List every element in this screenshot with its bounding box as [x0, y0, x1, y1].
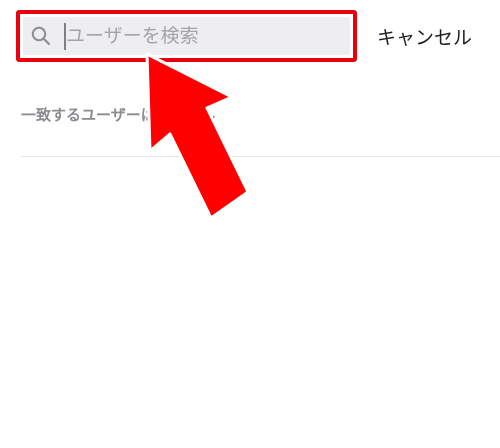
cancel-button[interactable]: キャンセル: [377, 24, 472, 52]
user-search-screen: キャンセル 一致するユーザーはいません: [0, 0, 500, 448]
no-results-message: 一致するユーザーはいません: [21, 106, 216, 124]
divider: [21, 156, 500, 157]
search-highlight-frame: [16, 10, 357, 62]
pointer-arrow-icon: [145, 52, 250, 220]
